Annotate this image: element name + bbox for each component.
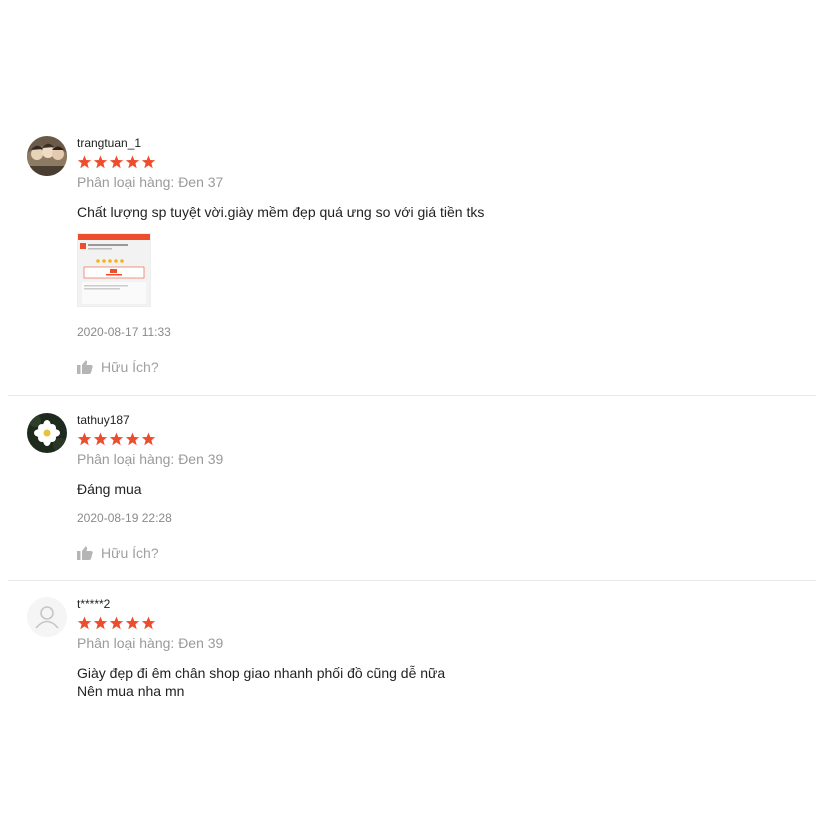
avatar-photo (27, 136, 67, 176)
review-screenshot-image (78, 234, 150, 306)
star-icon (109, 616, 124, 630)
star-icon (141, 616, 156, 630)
thumbs-up-icon (77, 360, 93, 374)
star-icon (141, 432, 156, 446)
review-comment-line: Nên mua nha mn (77, 683, 185, 698)
avatar[interactable] (27, 597, 67, 637)
star-rating (77, 155, 796, 169)
review-comment-line: Giày đẹp đi êm chân shop giao nhanh phối… (77, 665, 446, 681)
avatar[interactable] (27, 413, 67, 453)
helpful-button[interactable]: Hữu Ích? (77, 358, 796, 376)
helpful-label: Hữu Ích? (101, 359, 159, 375)
helpful-label: Hữu Ích? (101, 545, 159, 561)
star-icon (109, 432, 124, 446)
review-image-thumbnail[interactable] (77, 233, 151, 307)
review-divider (8, 395, 816, 396)
star-icon (93, 155, 108, 169)
helpful-button[interactable]: Hữu Ích? (77, 544, 796, 562)
variation-label: Phân loại hàng: Đen 37 (77, 174, 224, 190)
thumbs-up-icon (77, 546, 93, 560)
star-icon (125, 432, 140, 446)
review-timestamp: 2020-08-17 11:33 (77, 325, 171, 339)
avatar-photo (27, 413, 67, 453)
user-icon (27, 597, 67, 637)
variation-label: Phân loại hàng: Đen 39 (77, 451, 224, 467)
star-icon (109, 155, 124, 169)
star-icon (141, 155, 156, 169)
variation-label: Phân loại hàng: Đen 39 (77, 635, 224, 651)
username[interactable]: tathuy187 (77, 413, 796, 427)
review-divider (8, 580, 816, 581)
star-icon (125, 616, 140, 630)
star-icon (93, 616, 108, 630)
star-icon (93, 432, 108, 446)
review-comment: Đáng mua (77, 481, 142, 497)
star-rating (77, 432, 796, 446)
review-timestamp: 2020-08-19 22:28 (77, 511, 172, 525)
username[interactable]: t*****2 (77, 597, 796, 611)
avatar[interactable] (27, 136, 67, 176)
review-comment: Chất lượng sp tuyệt vời.giày mềm đẹp quá… (77, 204, 485, 220)
username[interactable]: trangtuan_1 (77, 136, 796, 150)
star-icon (77, 432, 92, 446)
review-item: t*****2 Phân loại hàng: Đen 39 Giày đẹp … (8, 597, 816, 698)
star-icon (125, 155, 140, 169)
star-rating (77, 616, 796, 630)
star-icon (77, 155, 92, 169)
star-icon (77, 616, 92, 630)
